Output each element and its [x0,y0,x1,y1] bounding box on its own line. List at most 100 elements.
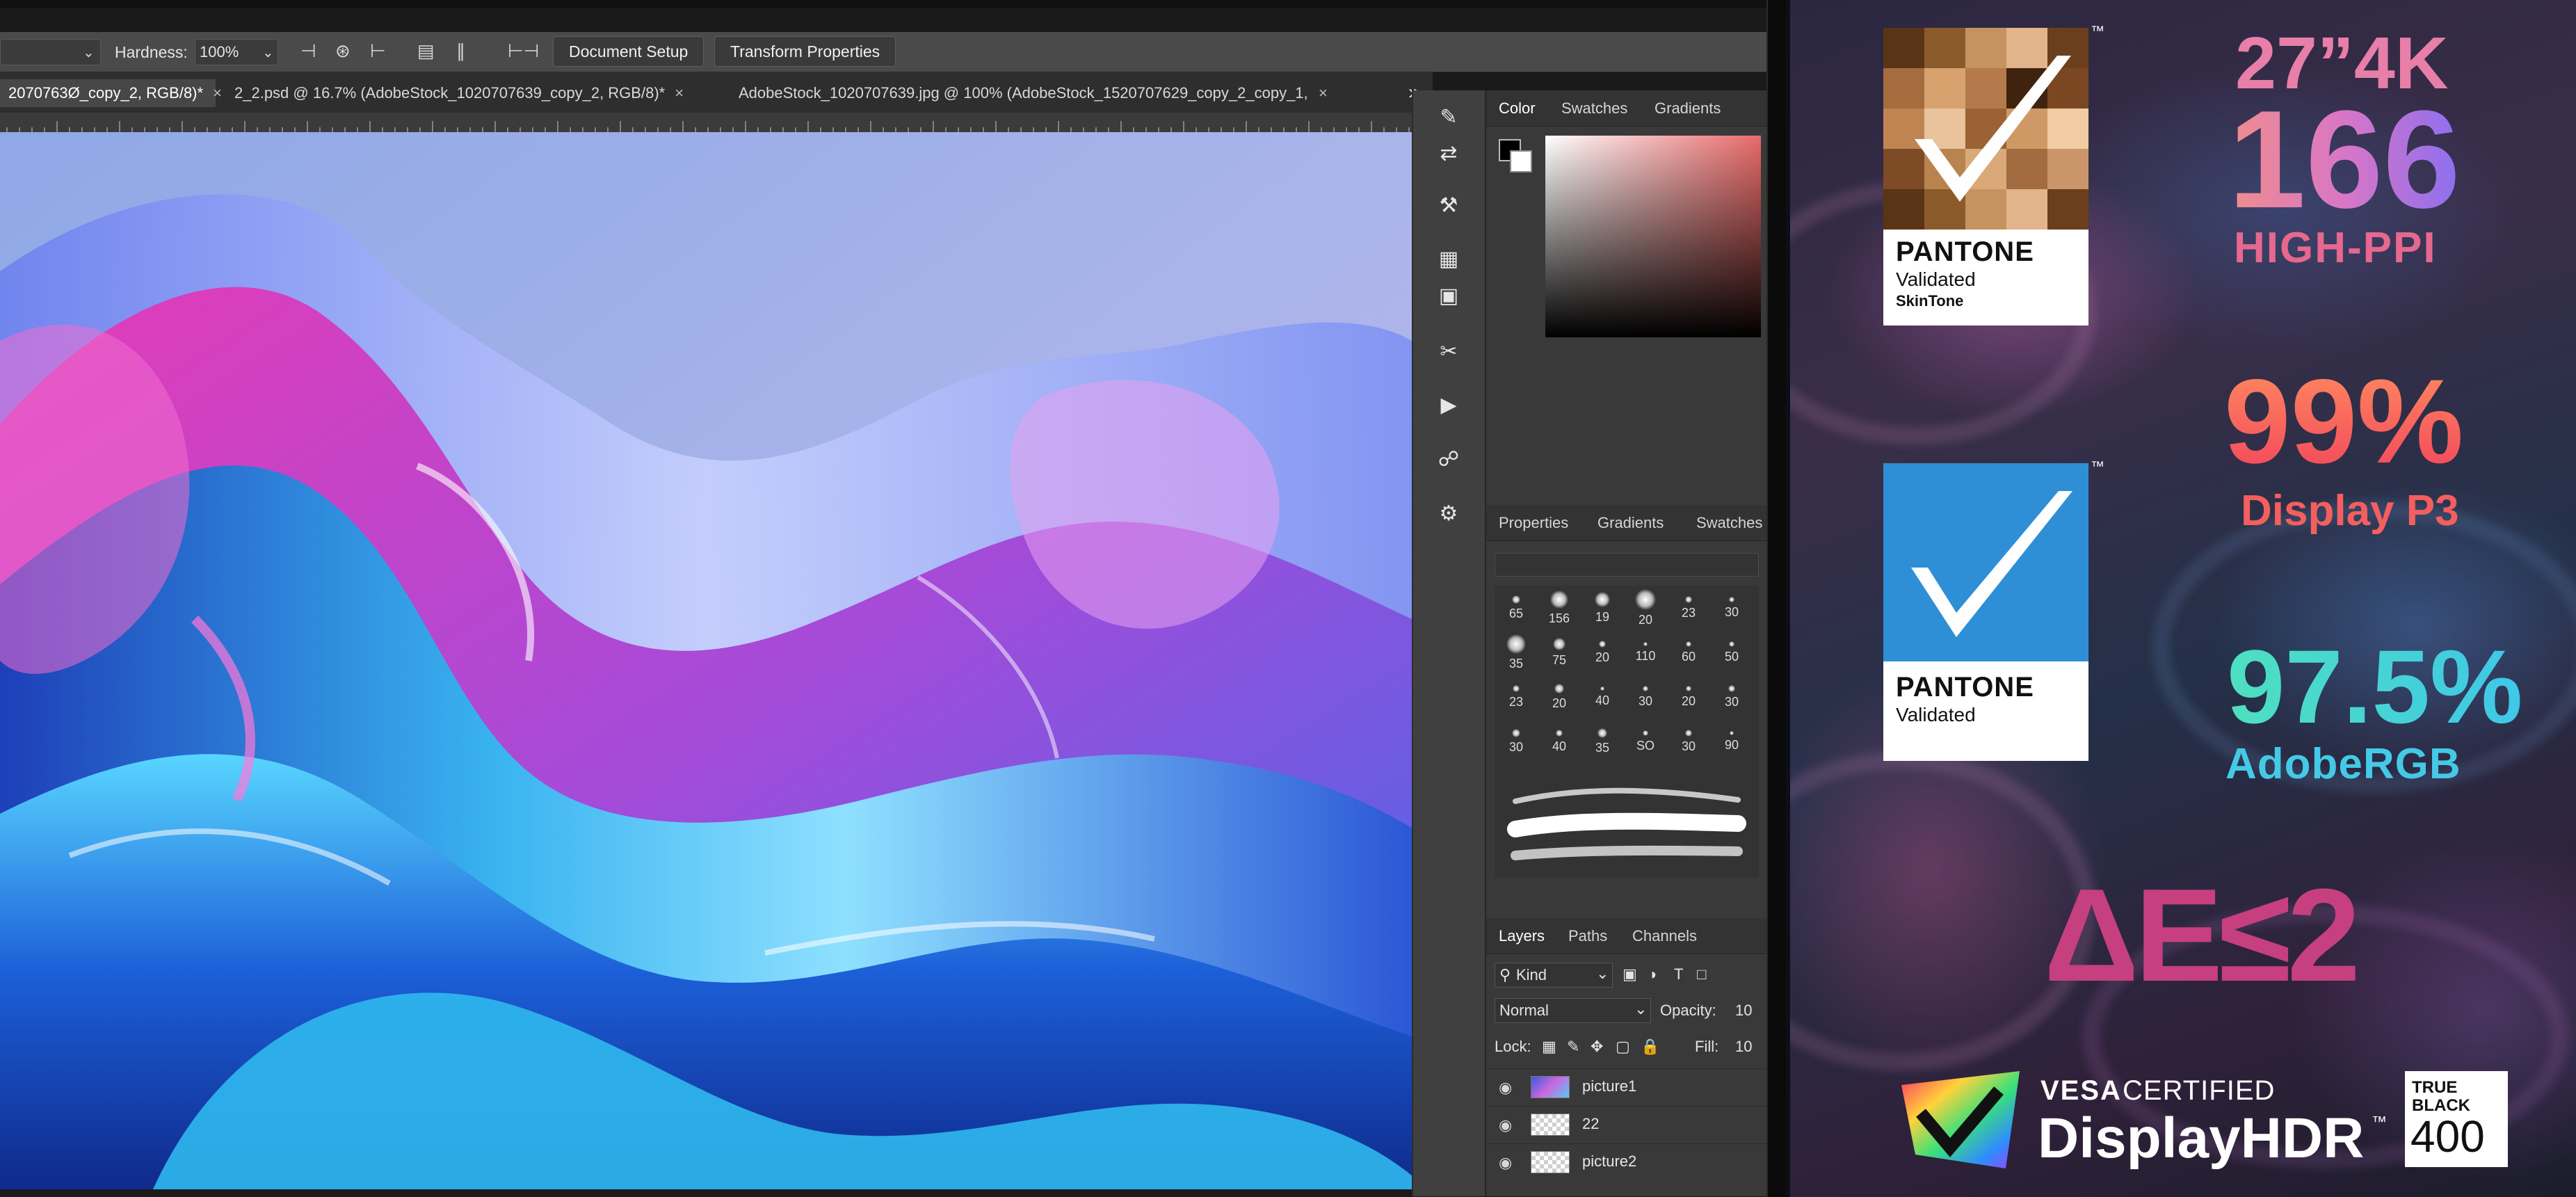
document-tab-1[interactable]: 2070763Ø_copy_2, RGB/8)* × [0,79,222,107]
brush-preset[interactable]: 30 [1710,590,1753,620]
brush-tip-icon [1686,641,1691,647]
play-icon[interactable]: ▶ [1434,391,1463,420]
tab-gradients[interactable]: Gradients [1655,99,1721,118]
align-left-icon[interactable]: ⊣ [300,40,316,62]
filter-adjustment-icon[interactable]: ◑ [1648,964,1657,985]
background-color-swatch[interactable] [1510,150,1532,172]
tab-swatches[interactable]: Swatches [1696,513,1762,533]
layer-row[interactable]: ◉ picture2 [1486,1143,1768,1180]
vesa-label: VESA [2040,1075,2122,1106]
layer-row[interactable]: ◉ picture1 [1486,1068,1768,1104]
brush-search-field[interactable] [1495,553,1759,577]
document-canvas[interactable] [0,132,1412,1189]
brush-preset[interactable]: 30 [1624,679,1667,709]
tab-gradients[interactable]: Gradients [1597,513,1664,533]
opacity-value[interactable]: 10 [1735,1000,1752,1021]
align-right-icon[interactable]: ⊢ [370,40,386,62]
adobergb-label: AdobeRGB [2225,740,2461,788]
visibility-eye-icon[interactable]: ◉ [1499,1079,1517,1097]
close-icon[interactable]: × [675,84,684,102]
filter-pixel-icon[interactable]: ▣ [1623,964,1637,985]
brush-preset[interactable]: 90 [1710,723,1753,753]
brush-settings-icon[interactable]: ✎ [1434,103,1463,132]
flip-horizontal-icon[interactable]: ⊢⊣ [508,40,539,62]
brush-tip-icon [1599,641,1606,648]
brush-preset[interactable]: 30 [1495,723,1538,755]
tab-layers[interactable]: Layers [1499,926,1545,946]
brush-preset[interactable]: 50 [1710,634,1753,664]
tool-presets-icon[interactable]: ⚒ [1434,191,1463,220]
brush-preset[interactable]: 65 [1495,590,1538,621]
trademark-symbol: ™ [2091,459,2104,474]
clone-source-icon[interactable]: ✂ [1434,337,1463,367]
close-icon[interactable]: × [1319,84,1328,102]
brush-stroke-preview [1495,773,1759,878]
transform-properties-button[interactable]: Transform Properties [714,36,896,67]
brush-preset[interactable]: 156 [1538,590,1581,626]
lock-transparent-icon[interactable]: ▦ [1542,1036,1556,1057]
tab-paths[interactable]: Paths [1568,926,1607,946]
comment-icon[interactable]: ☍ [1434,445,1463,474]
true-label: TRUE [2412,1078,2458,1097]
tab-channels[interactable]: Channels [1632,926,1697,946]
tab-label: AdobeStock_1020707639.jpg @ 100% (AdobeS… [739,84,1309,102]
tab-swatches[interactable]: Swatches [1561,99,1627,118]
brush-preset[interactable]: 40 [1581,679,1624,708]
brush-tip-icon [1597,728,1607,738]
brush-preset[interactable]: 35 [1581,723,1624,755]
align-center-icon[interactable]: ⊛ [335,40,351,62]
brush-preset[interactable]: SO [1624,723,1667,753]
document-setup-button[interactable]: Document Setup [553,36,705,67]
brush-preset[interactable]: 20 [1667,679,1710,709]
swap-icon[interactable]: ⇄ [1434,139,1463,168]
brush-preset[interactable]: 110 [1624,634,1667,664]
brush-tip-icon [1600,686,1604,691]
brush-tip-icon [1595,592,1610,607]
fill-value[interactable]: 10 [1735,1036,1752,1057]
brush-preset[interactable]: 40 [1538,723,1581,754]
brush-preset[interactable]: 60 [1667,634,1710,664]
brush-preset[interactable]: 20 [1581,634,1624,665]
notes-icon[interactable]: ▣ [1434,282,1463,311]
adjustments-icon[interactable]: ⚙ [1434,499,1463,529]
brush-preset[interactable]: 23 [1667,590,1710,620]
tab-label: 2070763Ø_copy_2, RGB/8)* [8,84,204,102]
blend-mode-dropdown[interactable]: Normal ⌄ [1495,998,1651,1023]
layer-row[interactable]: ◉ 22 [1486,1106,1768,1142]
lock-pixels-icon[interactable]: ✎ [1567,1036,1579,1057]
monitor-bezel-top [0,0,1786,8]
close-icon[interactable]: × [213,84,222,102]
brush-tip-icon [1730,731,1734,735]
brush-size-label: 20 [1595,650,1610,664]
tab-properties[interactable]: Properties [1499,513,1568,533]
filter-type-icon[interactable]: T [1674,964,1683,985]
hardness-field[interactable]: 100% ⌄ [195,39,278,65]
brush-preset[interactable]: 30 [1667,723,1710,754]
distribute-icon[interactable]: ▤ [417,40,435,62]
brush-tip-icon [1556,730,1563,737]
brush-preset[interactable]: 75 [1538,634,1581,668]
brush-preset[interactable]: 20 [1538,679,1581,711]
brush-tip-icon [1685,730,1692,737]
hardness-label: Hardness: [115,43,188,61]
brush-preset[interactable]: 20 [1624,589,1667,627]
lock-artboard-icon[interactable]: ▢ [1616,1036,1630,1057]
character-icon[interactable]: ▦ [1434,245,1463,274]
filter-shape-icon[interactable]: □ [1697,964,1706,985]
brush-preset-dropdown[interactable]: ⌄ [0,39,101,65]
document-tab-3[interactable]: AdobeStock_1020707639.jpg @ 100% (AdobeS… [730,79,1356,107]
lock-position-icon[interactable]: ✥ [1591,1036,1603,1057]
visibility-eye-icon[interactable]: ◉ [1499,1116,1517,1134]
brush-preset[interactable]: 19 [1581,590,1624,625]
lock-all-icon[interactable]: 🔒 [1641,1036,1659,1057]
brush-size-label: 30 [1724,605,1739,619]
layer-filter-dropdown[interactable]: ⚲ Kind ⌄ [1495,963,1613,988]
brush-preset[interactable]: 35 [1495,634,1538,671]
brush-preset[interactable]: 30 [1710,679,1753,709]
document-tab-2[interactable]: 2_2.psd @ 16.7% (AdobeStock_1020707639_c… [226,79,721,107]
brush-preset[interactable]: 23 [1495,679,1538,709]
tab-color[interactable]: Color [1499,99,1536,118]
visibility-eye-icon[interactable]: ◉ [1499,1154,1517,1172]
distribute-vertical-icon[interactable]: ∥ [456,40,465,62]
color-picker-field[interactable] [1545,136,1761,337]
